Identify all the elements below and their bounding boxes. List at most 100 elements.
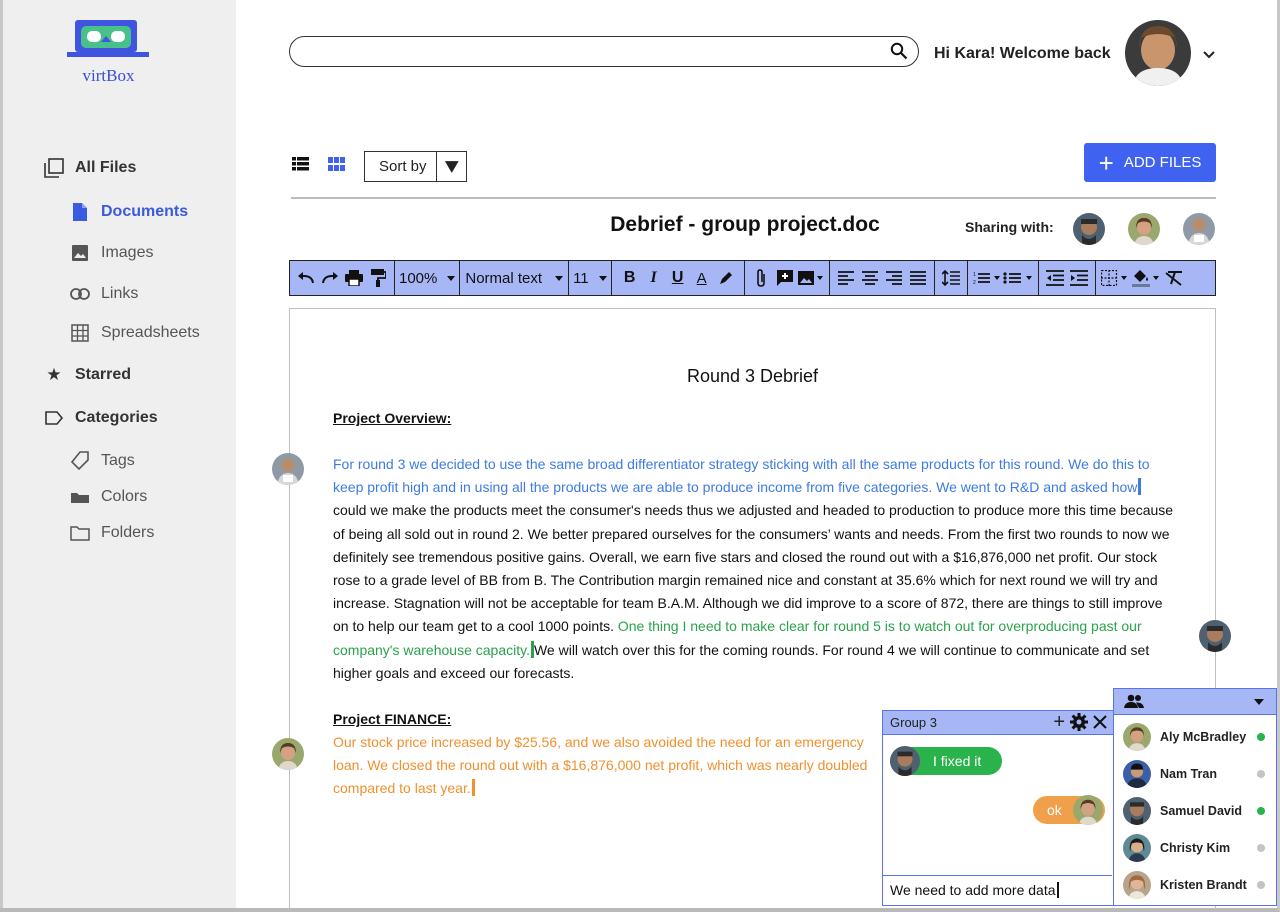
chat-input-text: We need to add more data: [890, 882, 1056, 898]
person-name: Kristen Brandt: [1160, 878, 1247, 892]
sender-avatar: [1073, 795, 1103, 825]
insert-image-icon[interactable]: [797, 266, 824, 290]
shared-user-avatar[interactable]: [1183, 213, 1215, 245]
plus-icon[interactable]: +: [1053, 712, 1065, 732]
align-group: [830, 261, 935, 295]
overview-text: could we make the products meet the cons…: [333, 502, 1174, 635]
attachment-icon[interactable]: [750, 266, 772, 290]
sidebar-item-categories[interactable]: Categories: [43, 407, 158, 429]
fill-color-icon[interactable]: [1131, 266, 1161, 290]
sidebar: virtBox All Files Documents Images Links…: [0, 0, 236, 912]
numbered-list-icon[interactable]: 12: [973, 266, 1001, 290]
blue-edit-text: For round 3 we decided to use the same b…: [333, 456, 1150, 496]
person-avatar: [1123, 834, 1151, 862]
overview-paragraph[interactable]: For round 3 we decided to use the same b…: [333, 453, 1175, 685]
sidebar-item-starred[interactable]: ★ Starred: [43, 364, 131, 386]
bulleted-list-icon[interactable]: [1003, 266, 1033, 290]
decrease-indent-icon[interactable]: [1044, 266, 1066, 290]
shared-user-avatar[interactable]: [1128, 213, 1160, 245]
print-icon[interactable]: [343, 266, 365, 290]
sidebar-item-label: Spreadsheets: [101, 324, 200, 341]
sidebar-item-all-files[interactable]: All Files: [43, 157, 136, 179]
person-row[interactable]: Christy Kim: [1123, 833, 1273, 863]
people-panel-header[interactable]: [1114, 689, 1276, 715]
finance-paragraph[interactable]: Our stock price increased by $25.56, and…: [333, 731, 878, 801]
text-format-group: B I U A: [612, 261, 745, 295]
search-input[interactable]: [304, 41, 874, 62]
chevron-down-icon[interactable]: [1202, 50, 1216, 60]
person-row[interactable]: Aly McBradley: [1123, 722, 1273, 752]
chat-message-received: I fixed it: [890, 746, 1002, 776]
sidebar-item-images[interactable]: Images: [69, 242, 153, 264]
folder-icon: [69, 522, 91, 544]
add-comment-icon[interactable]: [774, 266, 796, 290]
chat-header: Group 3 +: [883, 711, 1113, 735]
sidebar-item-folders[interactable]: Folders: [69, 522, 154, 544]
gear-icon[interactable]: [1070, 713, 1088, 731]
sidebar-item-label: Folders: [101, 524, 155, 541]
align-center-icon[interactable]: [859, 266, 881, 290]
sidebar-item-spreadsheets[interactable]: Spreadsheets: [69, 322, 200, 344]
list-view-icon[interactable]: [292, 157, 309, 171]
paint-format-icon[interactable]: [367, 266, 389, 290]
chat-message-input[interactable]: We need to add more data: [883, 875, 1112, 905]
triangle-down-icon: [445, 160, 460, 173]
increase-indent-icon[interactable]: [1068, 266, 1090, 290]
collaborator-avatar[interactable]: [272, 738, 304, 770]
tag-icon: [69, 450, 91, 472]
list-group: 12: [968, 261, 1039, 295]
sidebar-item-colors[interactable]: Colors: [69, 486, 147, 508]
collaborator-avatar[interactable]: [272, 453, 304, 485]
align-justify-icon[interactable]: [907, 266, 929, 290]
person-row[interactable]: Kristen Brandt: [1123, 870, 1273, 900]
insert-group: [745, 261, 830, 295]
collaborator-avatar[interactable]: [1199, 620, 1231, 652]
italic-icon[interactable]: I: [643, 266, 665, 290]
person-avatar: [1123, 760, 1151, 788]
align-right-icon[interactable]: [883, 266, 905, 290]
zoom-dropdown[interactable]: 100%: [395, 261, 461, 295]
sidebar-item-documents[interactable]: Documents: [69, 201, 188, 223]
sidebar-item-label: Colors: [101, 488, 148, 505]
undo-icon[interactable]: [295, 266, 317, 290]
underline-icon[interactable]: U: [667, 266, 689, 290]
search-icon[interactable]: [890, 42, 908, 60]
sidebar-item-links[interactable]: Links: [69, 283, 138, 305]
person-name: Aly McBradley: [1160, 730, 1247, 744]
redo-icon[interactable]: [319, 266, 341, 290]
chat-title: Group 3: [890, 715, 937, 730]
sidebar-item-label: Starred: [75, 366, 132, 383]
person-name: Christy Kim: [1160, 841, 1231, 855]
sidebar-item-label: Tags: [101, 452, 135, 469]
star-icon: ★: [46, 365, 62, 384]
text-style-dropdown[interactable]: Normal text: [460, 261, 570, 295]
group-icon: [1124, 694, 1144, 708]
chat-message-sent: ok: [1033, 795, 1105, 825]
line-spacing-group: [935, 261, 968, 295]
indent-group: [1039, 261, 1096, 295]
link-icon: [69, 283, 91, 305]
close-icon[interactable]: [1093, 715, 1107, 729]
document-title: Debrief - group project.doc: [610, 213, 880, 236]
shared-user-avatar[interactable]: [1073, 213, 1105, 245]
grid-view-icon[interactable]: [328, 157, 345, 171]
people-panel: Aly McBradley Nam Tran Samuel David Chri…: [1113, 688, 1277, 906]
person-row[interactable]: Samuel David: [1123, 796, 1273, 826]
text-color-icon[interactable]: A: [691, 266, 713, 290]
bold-icon[interactable]: B: [619, 266, 641, 290]
borders-icon[interactable]: [1100, 266, 1129, 290]
font-size-dropdown[interactable]: 11: [569, 261, 612, 295]
offline-status-dot: [1257, 844, 1265, 852]
sidebar-item-tags[interactable]: Tags: [69, 450, 135, 472]
clear-formatting-icon[interactable]: [1163, 266, 1185, 290]
add-files-button[interactable]: + ADD FILES: [1084, 143, 1216, 182]
person-avatar: [1123, 871, 1151, 899]
line-spacing-icon[interactable]: [940, 266, 962, 290]
user-avatar[interactable]: [1125, 20, 1191, 86]
sort-dropdown[interactable]: Sort by: [364, 151, 467, 182]
sender-avatar: [890, 746, 920, 776]
svg-text:1: 1: [973, 272, 976, 278]
highlight-pen-icon[interactable]: [715, 266, 737, 290]
person-row[interactable]: Nam Tran: [1123, 759, 1273, 789]
align-left-icon[interactable]: [835, 266, 857, 290]
